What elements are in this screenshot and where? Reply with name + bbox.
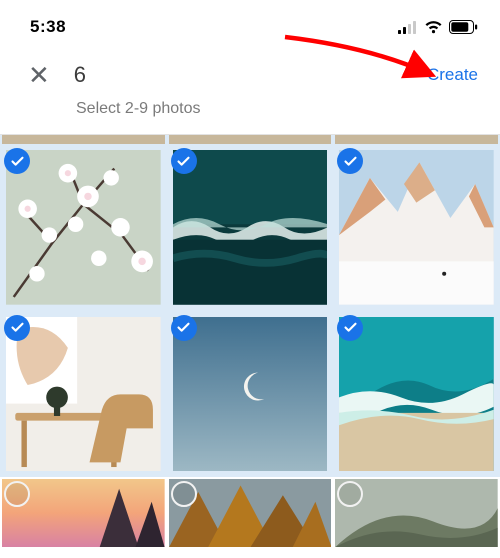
photo-cell[interactable]	[167, 477, 334, 547]
create-button[interactable]: Create	[427, 65, 480, 85]
selection-subtitle: Select 2-9 photos	[76, 100, 480, 118]
previous-row-edge	[0, 134, 500, 144]
status-indicators	[398, 20, 478, 34]
photo-cell[interactable]	[333, 311, 500, 478]
thumb-ocean-waves	[173, 150, 328, 305]
photo-cell[interactable]	[0, 144, 167, 311]
thumb-moon-sky	[173, 317, 328, 472]
selected-check-icon	[337, 315, 363, 341]
thumb-snowy-mountain	[339, 150, 494, 305]
thumb-beach-aerial	[339, 317, 494, 472]
photo-cell[interactable]	[333, 144, 500, 311]
selected-check-icon	[171, 315, 197, 341]
status-bar: 5:38	[0, 0, 500, 46]
photo-cell[interactable]	[0, 311, 167, 478]
photo-cell[interactable]	[0, 477, 167, 547]
photo-cell[interactable]	[167, 311, 334, 478]
cellular-icon	[398, 21, 418, 34]
thumb-desk-chair	[6, 317, 161, 472]
thumb-cherry-blossoms	[6, 150, 161, 305]
photo-cell[interactable]	[167, 144, 334, 311]
selection-count: 6	[74, 62, 86, 88]
unselected-circle-icon	[171, 481, 197, 507]
wifi-icon	[424, 21, 443, 34]
selected-check-icon	[171, 148, 197, 174]
photo-cell[interactable]	[333, 477, 500, 547]
status-time: 5:38	[30, 17, 66, 37]
battery-icon	[449, 20, 478, 34]
photo-grid	[0, 144, 500, 477]
close-button[interactable]: ✕	[28, 62, 74, 88]
selection-header: ✕ 6 Create Select 2-9 photos	[0, 46, 500, 134]
selected-check-icon	[4, 148, 30, 174]
photo-grid-row-partial	[0, 477, 500, 547]
selected-check-icon	[4, 315, 30, 341]
